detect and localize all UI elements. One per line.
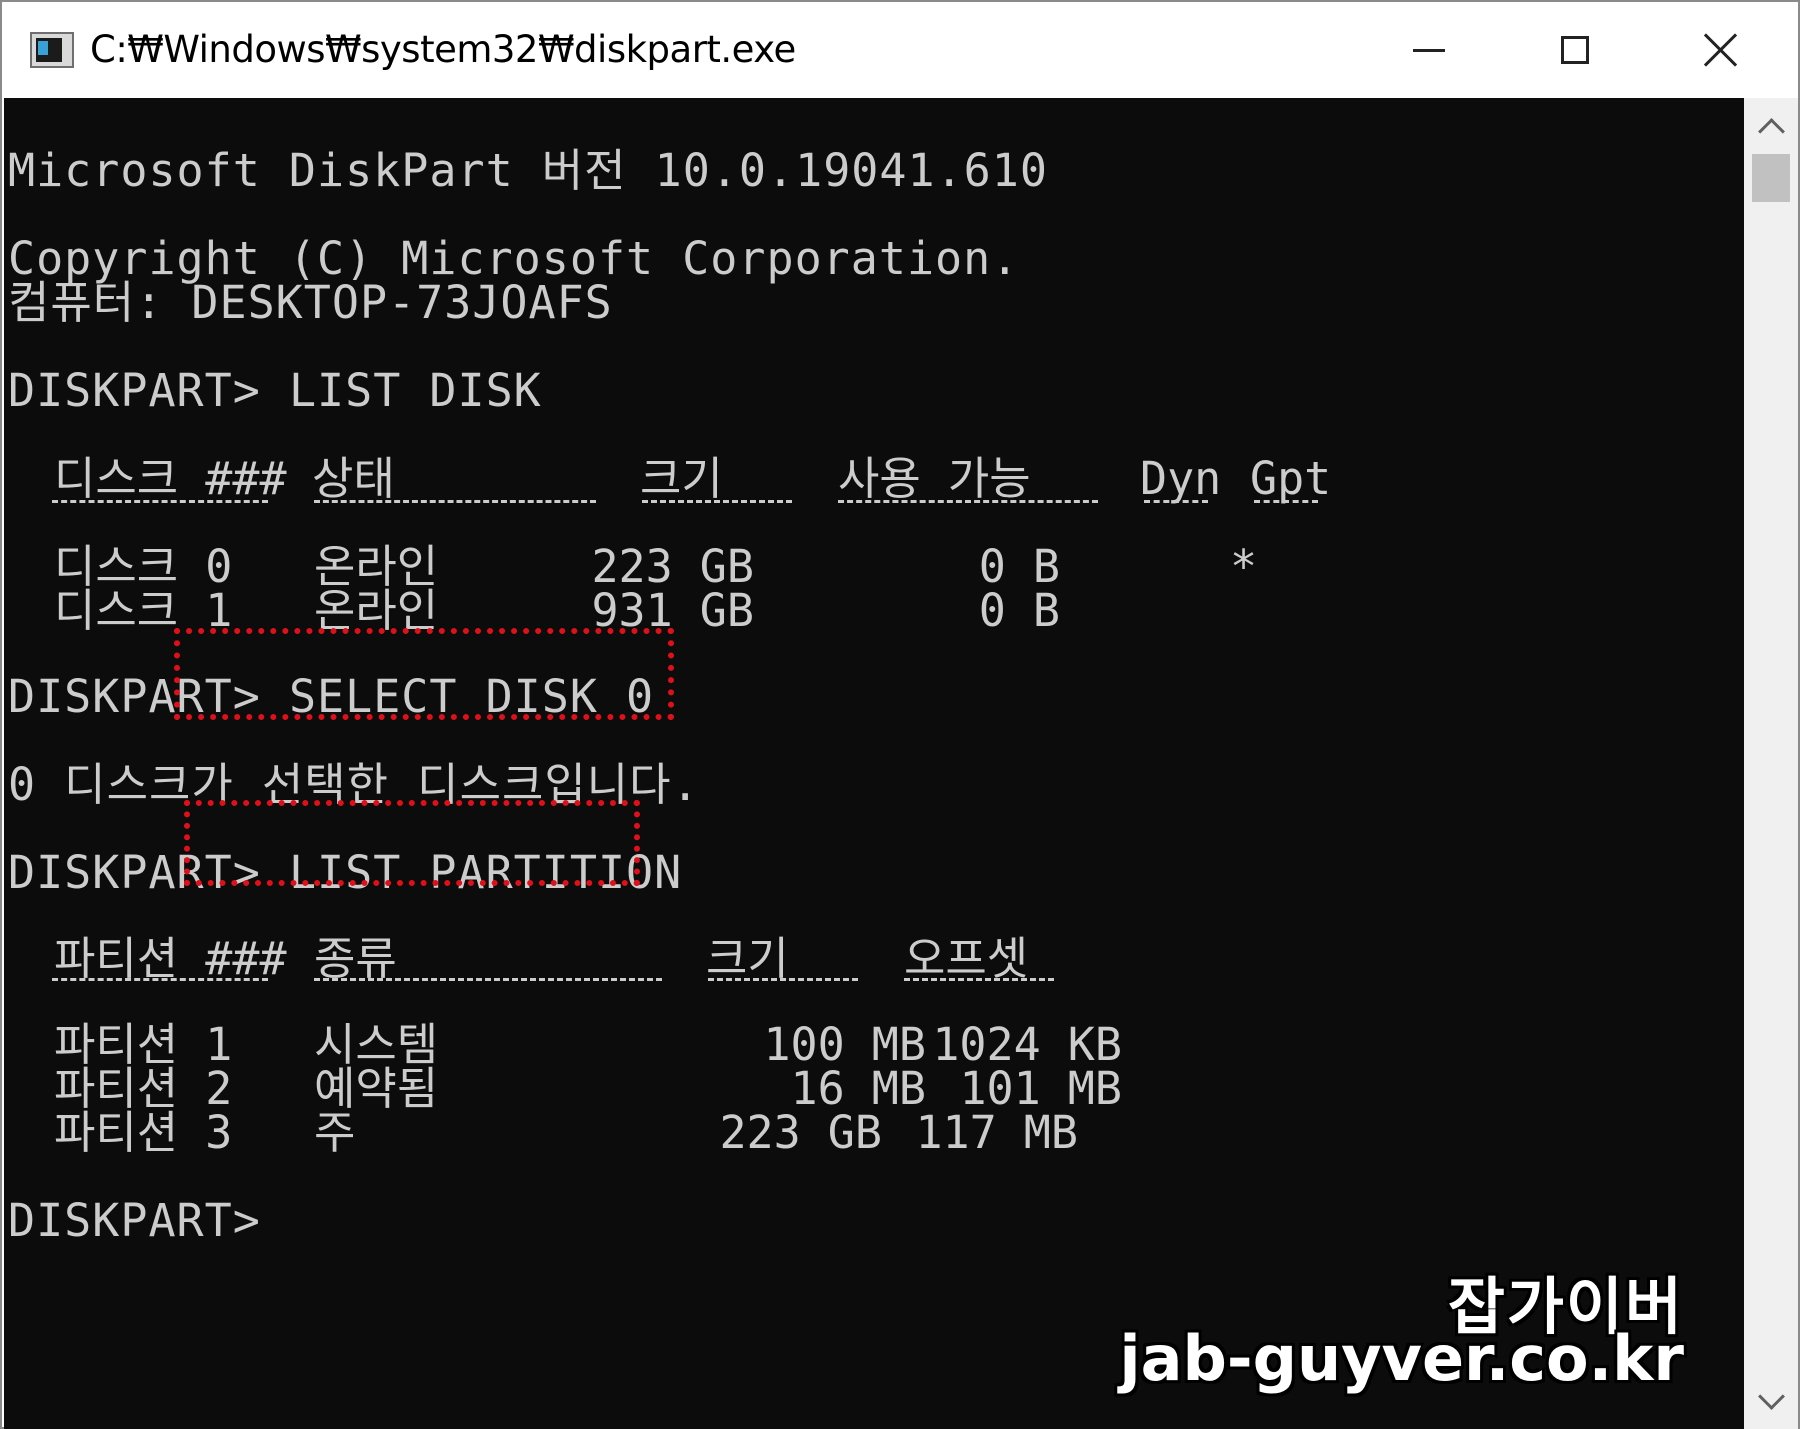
header-underline <box>838 500 1098 503</box>
header-underline <box>314 978 662 981</box>
free-col-header: 사용 가능 <box>838 452 1031 505</box>
partition-col-header: 파티션 ### <box>54 932 287 985</box>
scroll-up-button[interactable] <box>1744 98 1798 154</box>
vertical-scrollbar[interactable] <box>1744 98 1798 1429</box>
close-icon <box>1704 33 1738 67</box>
scroll-thumb[interactable] <box>1752 154 1790 202</box>
header-underline <box>1254 500 1318 503</box>
header-underline <box>642 500 792 503</box>
size-col-header: 크기 <box>706 932 789 985</box>
header-underline <box>52 500 268 503</box>
console-output[interactable]: Microsoft DiskPart 버전 10.0.19041.610 Cop… <box>4 98 1744 1429</box>
maximize-icon <box>1561 36 1589 64</box>
version-banner: Microsoft DiskPart 버전 10.0.19041.610 <box>8 144 1048 197</box>
dyn-col-header: Dyn <box>1140 452 1222 505</box>
header-underline <box>52 978 268 981</box>
status-col-header: 상태 <box>312 452 395 505</box>
partition-id: 파티션 3 <box>54 1106 233 1159</box>
minimize-button[interactable] <box>1356 2 1502 98</box>
list-partition-highlight <box>184 800 640 886</box>
size-col-header: 크기 <box>640 452 723 505</box>
command-text: LIST DISK <box>288 364 542 417</box>
chevron-down-icon <box>1757 1382 1785 1410</box>
diskpart-window: C:₩Windows₩system32₩diskpart.exe Microso… <box>0 0 1800 1429</box>
header-underline <box>314 500 596 503</box>
offset-col-header: 오프셋 <box>904 932 1029 985</box>
partition-offset: 117 MB <box>915 1106 1078 1159</box>
computer-name-line: 컴퓨터: DESKTOP-73JOAFS <box>8 276 613 329</box>
console-app-icon[interactable] <box>30 32 74 68</box>
select-disk-highlight <box>174 628 674 720</box>
close-button[interactable] <box>1648 2 1794 98</box>
type-col-header: 종류 <box>314 932 397 985</box>
disk-gpt: * <box>1230 540 1258 593</box>
partition-type: 주 <box>314 1106 356 1159</box>
prompt-list-disk: DISKPART> LIST DISK <box>8 366 542 416</box>
partition-size: 223 GB <box>719 1106 882 1159</box>
header-underline <box>904 978 1054 981</box>
title-bar[interactable]: C:₩Windows₩system32₩diskpart.exe <box>2 2 1798 98</box>
disk-col-header: 디스크 ### <box>54 452 287 505</box>
chevron-up-icon <box>1757 117 1785 145</box>
prompt-label: DISKPART> <box>8 364 261 417</box>
maximize-button[interactable] <box>1502 2 1648 98</box>
watermark-url: jab-guyver.co.kr <box>1119 1322 1684 1395</box>
scroll-down-button[interactable] <box>1744 1373 1798 1429</box>
header-underline <box>708 978 858 981</box>
minimize-icon <box>1413 48 1445 52</box>
disk-free: 0 B <box>978 584 1060 637</box>
final-prompt[interactable]: DISKPART> <box>8 1196 261 1246</box>
header-underline <box>1144 500 1208 503</box>
gpt-col-header: Gpt <box>1250 452 1332 505</box>
window-title: C:₩Windows₩system32₩diskpart.exe <box>90 28 796 71</box>
